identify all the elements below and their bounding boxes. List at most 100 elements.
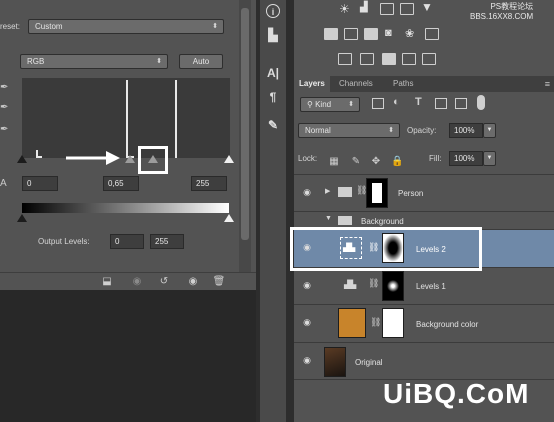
gamma-highlight-box bbox=[138, 146, 168, 174]
panel-menu-icon[interactable]: ≡ bbox=[545, 79, 550, 89]
histogram-spike bbox=[126, 80, 128, 158]
lock-position-icon[interactable]: ✥ bbox=[370, 156, 382, 168]
input-mid-slider[interactable] bbox=[125, 155, 135, 163]
panel-divider bbox=[286, 0, 294, 422]
brush-icon[interactable]: ✎ bbox=[266, 118, 280, 132]
lock-transparency-icon[interactable]: ▦ bbox=[328, 156, 340, 168]
vibrance-icon[interactable]: ▼ bbox=[421, 0, 433, 14]
link-icon: ⛓ bbox=[368, 278, 380, 288]
fill-field[interactable]: 100% bbox=[449, 151, 483, 166]
invert-icon[interactable] bbox=[338, 53, 352, 65]
color-balance-icon[interactable] bbox=[344, 28, 358, 40]
visibility-eye-icon[interactable]: ◉ bbox=[301, 187, 313, 197]
tab-layers[interactable]: Layers bbox=[294, 76, 330, 92]
selective-color-icon[interactable] bbox=[422, 53, 436, 65]
clip-to-layer-icon[interactable]: ⬓ bbox=[100, 276, 114, 288]
filter-kind-dropdown[interactable]: ⚲ Kind ⬍ bbox=[300, 97, 360, 112]
filter-shape-icon[interactable] bbox=[435, 98, 447, 109]
output-white-field[interactable]: 255 bbox=[150, 234, 184, 249]
color-lookup-icon[interactable] bbox=[425, 28, 439, 40]
info-icon[interactable]: i bbox=[266, 4, 280, 18]
layer-row-levels-1[interactable]: ◉ ▟▙ ⛓ Levels 1 bbox=[294, 267, 554, 304]
filter-smart-object-icon[interactable] bbox=[455, 98, 467, 109]
paragraph-icon[interactable]: ¶ bbox=[266, 90, 280, 104]
layer-row-background-color[interactable]: ◉ ⛓ Background color bbox=[294, 304, 554, 342]
reset-icon[interactable]: ↺ bbox=[157, 276, 171, 288]
site-logo: UiBQ.CoM bbox=[383, 378, 530, 409]
filter-toggle[interactable] bbox=[477, 95, 485, 110]
visibility-eye-icon[interactable]: ◉ bbox=[301, 280, 313, 290]
brightness-icon[interactable]: ☀ bbox=[339, 2, 350, 16]
expand-arrow-icon[interactable]: ▶ bbox=[325, 187, 330, 195]
lock-pixels-icon[interactable]: ✎ bbox=[350, 156, 362, 168]
layer-name: Background bbox=[361, 217, 404, 226]
threshold-icon[interactable] bbox=[382, 53, 396, 65]
properties-panel: reset: Custom ⬍ ✒ ✒ ✒ RGB ⬍ Auto A 0 0,6… bbox=[0, 0, 256, 290]
hue-saturation-icon[interactable] bbox=[324, 28, 338, 40]
preset-label: reset: bbox=[0, 22, 21, 31]
black-white-icon[interactable] bbox=[364, 28, 378, 40]
white-eyedropper-icon[interactable]: ✒ bbox=[0, 124, 12, 136]
visibility-eye-icon[interactable]: ◉ bbox=[301, 317, 313, 327]
opacity-dropdown-button[interactable]: ▼ bbox=[483, 123, 496, 138]
exposure-icon[interactable] bbox=[400, 3, 414, 15]
output-levels-label: Output Levels: bbox=[38, 237, 90, 246]
curves-icon[interactable] bbox=[380, 3, 394, 15]
gradient-map-icon[interactable] bbox=[402, 53, 416, 65]
tab-paths[interactable]: Paths bbox=[388, 76, 418, 92]
properties-scrollbar-thumb[interactable] bbox=[241, 8, 249, 240]
preset-value: Custom bbox=[35, 22, 63, 31]
character-icon[interactable]: A| bbox=[266, 66, 280, 80]
annotation-arrow-icon bbox=[66, 151, 120, 165]
link-icon: ⛓ bbox=[370, 317, 382, 327]
view-previous-icon[interactable]: ◉ bbox=[130, 276, 144, 288]
kind-label: Kind bbox=[315, 100, 332, 109]
delete-icon[interactable]: 🗑 bbox=[212, 276, 226, 288]
fill-dropdown-button[interactable]: ▼ bbox=[483, 151, 496, 166]
auto-button[interactable]: Auto bbox=[179, 54, 223, 69]
input-levels-icon: A bbox=[0, 178, 7, 189]
gray-eyedropper-icon[interactable]: ✒ bbox=[0, 102, 12, 114]
visibility-icon[interactable]: ◉ bbox=[186, 276, 200, 288]
visibility-eye-icon[interactable]: ◉ bbox=[301, 355, 313, 365]
levels-1-mask-thumbnail bbox=[382, 271, 404, 301]
channel-dropdown[interactable]: RGB ⬍ bbox=[20, 54, 168, 69]
opacity-field[interactable]: 100% bbox=[449, 123, 483, 138]
collapse-arrow-icon[interactable]: ▼ bbox=[325, 215, 332, 222]
layer-name: Levels 1 bbox=[416, 282, 446, 291]
lock-all-icon[interactable]: 🔒 bbox=[391, 156, 403, 168]
layer-name: Original bbox=[355, 358, 383, 367]
output-black-field[interactable]: 0 bbox=[110, 234, 144, 249]
input-black-slider[interactable] bbox=[17, 155, 27, 163]
output-white-slider[interactable] bbox=[224, 214, 234, 222]
layer-row-original[interactable]: ◉ Original bbox=[294, 342, 554, 380]
photo-filter-icon[interactable]: ◙ bbox=[385, 27, 392, 39]
output-gradient-bar bbox=[22, 203, 229, 213]
original-image-thumbnail bbox=[324, 347, 346, 377]
panel-tool-strip: i ▙ A| ¶ ✎ bbox=[260, 0, 286, 422]
input-gamma-field[interactable]: 0,65 bbox=[103, 176, 139, 191]
filter-adjustment-icon[interactable]: ◐ bbox=[393, 96, 400, 108]
blend-mode-dropdown[interactable]: Normal ⬍ bbox=[298, 123, 400, 138]
output-black-slider[interactable] bbox=[17, 214, 27, 222]
watermark-line-1: PS教程论坛 bbox=[490, 2, 534, 11]
dropdown-arrow-icon: ⬍ bbox=[156, 58, 162, 65]
input-white-field[interactable]: 255 bbox=[191, 176, 227, 191]
channel-mixer-icon[interactable]: ❀ bbox=[405, 27, 414, 40]
layer-row-person[interactable]: ◉ ▶ ⛓ Person bbox=[294, 174, 554, 211]
histogram-icon[interactable]: ▙ bbox=[266, 28, 280, 42]
opacity-label: Opacity: bbox=[407, 126, 437, 135]
levels-adjust-icon[interactable]: ▟ bbox=[360, 2, 368, 13]
black-eyedropper-icon[interactable]: ✒ bbox=[0, 82, 12, 94]
tab-channels[interactable]: Channels bbox=[334, 76, 378, 92]
input-black-field[interactable]: 0 bbox=[22, 176, 58, 191]
preset-dropdown[interactable]: Custom ⬍ bbox=[28, 19, 224, 34]
posterize-icon[interactable] bbox=[360, 53, 374, 65]
histogram-foot bbox=[36, 156, 42, 158]
watermark-line-2: BBS.16XX8.COM bbox=[470, 12, 534, 21]
channel-value: RGB bbox=[27, 57, 45, 66]
input-white-slider[interactable] bbox=[224, 155, 234, 163]
search-icon: ⚲ bbox=[307, 100, 316, 109]
filter-pixel-icon[interactable] bbox=[372, 98, 384, 109]
filter-type-icon[interactable]: T bbox=[415, 96, 422, 108]
